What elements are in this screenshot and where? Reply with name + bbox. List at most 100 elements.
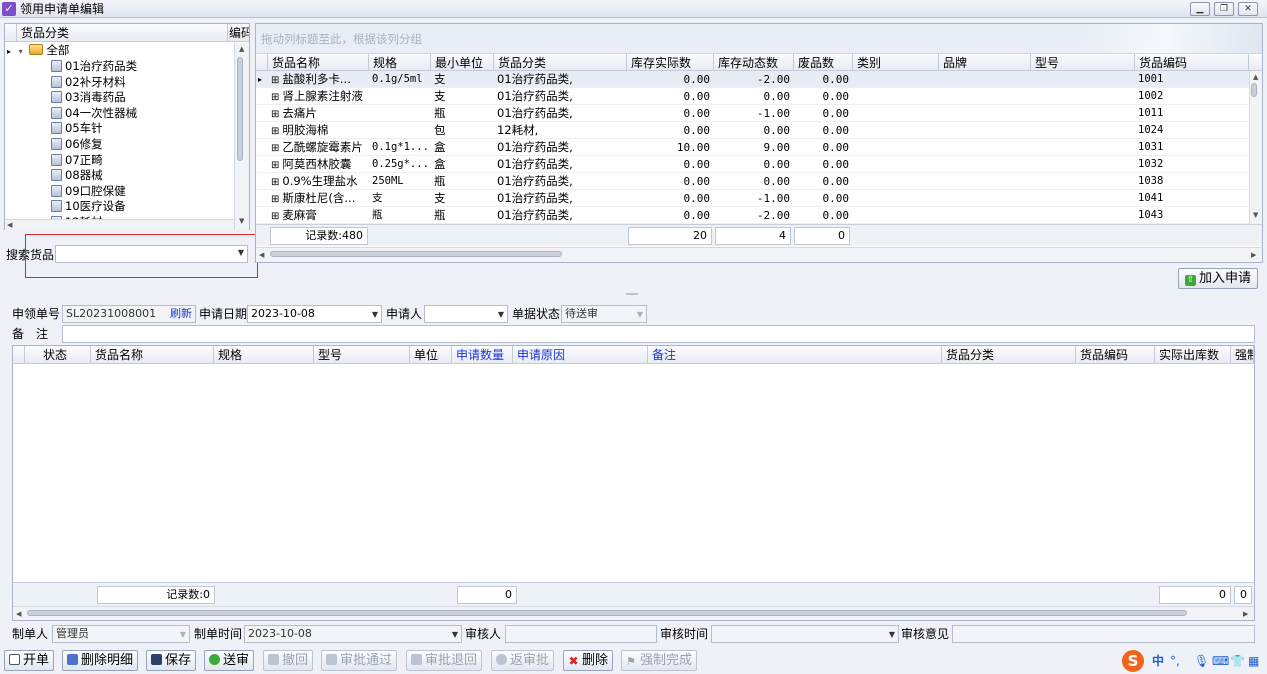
detail-col-header[interactable]: 状态 <box>25 346 91 364</box>
delete-button[interactable]: ✖ 删除 <box>563 650 614 671</box>
toolbox-icon[interactable]: ▦ <box>1248 652 1259 670</box>
detail-col-header[interactable]: 实际出库数 <box>1155 346 1231 364</box>
detail-horizontal-scrollbar[interactable]: ◀ ▶ <box>13 606 1254 620</box>
add-to-request-button[interactable]: ⇧ 加入申请 <box>1178 268 1258 289</box>
expand-plus-icon[interactable]: ⊞ <box>271 126 279 137</box>
keyboard-icon[interactable]: ⌨ <box>1212 652 1229 670</box>
expand-plus-icon[interactable]: ⊞ <box>271 160 279 171</box>
expand-plus-icon[interactable]: ⊞ <box>271 211 279 222</box>
expand-plus-icon[interactable]: ⊞ <box>271 194 279 205</box>
ime-toolbar[interactable]: S 中 °, 🎙 ⌨ 👕 ▦ <box>1122 650 1267 672</box>
detail-col-header[interactable]: 货品编码 <box>1076 346 1155 364</box>
force-complete-button[interactable]: ⚑ 强制完成 <box>621 650 698 671</box>
ime-lang[interactable]: 中 <box>1152 652 1164 670</box>
scroll-left-icon[interactable]: ◀ <box>7 221 12 229</box>
order-no-field[interactable]: SL20231008001 刷新 <box>62 305 196 323</box>
refresh-link[interactable]: 刷新 <box>170 306 192 322</box>
goods-vertical-scrollbar[interactable]: ▲ ▼ <box>1249 71 1262 224</box>
goods-col-header[interactable]: 规格 <box>369 54 431 72</box>
expand-plus-icon[interactable]: ⊞ <box>271 177 279 188</box>
table-row[interactable]: ⊞ 0.9%生理盐水 250ML 瓶 01治疗药品类, 0.00 0.00 0.00 1038 <box>256 173 1249 190</box>
scroll-down-icon[interactable]: ▼ <box>239 217 244 225</box>
goods-col-header[interactable]: 货品名称 <box>268 54 369 72</box>
table-row[interactable]: ⊞ 去痛片 瓶 01治疗药品类, 0.00 -1.00 0.00 1011 <box>256 105 1249 122</box>
tree-item[interactable]: 10医疗设备 <box>51 199 126 215</box>
table-row[interactable]: ⊞ 阿莫西林胶囊 0.25g*... 盒 01治疗药品类, 0.00 0.00 0.00 103… <box>256 156 1249 173</box>
scroll-thumb[interactable] <box>270 251 562 257</box>
goods-col-header[interactable]: 货品编码 <box>1135 54 1249 72</box>
microphone-icon[interactable]: 🎙 <box>1194 652 1209 670</box>
detail-col-header[interactable]: 货品分类 <box>942 346 1076 364</box>
scroll-right-icon[interactable]: ▶ <box>1243 610 1248 618</box>
tree-row-root[interactable]: ▸ ▾ 全部 <box>7 43 69 59</box>
tree-item[interactable]: 09口腔保健 <box>51 184 126 200</box>
scroll-up-icon[interactable]: ▲ <box>239 45 244 53</box>
scroll-thumb[interactable] <box>237 57 243 161</box>
new-order-button[interactable]: 开单 <box>4 650 55 671</box>
apply-date-field[interactable]: 2023-10-08 ▼ <box>247 305 382 323</box>
table-row[interactable]: ⊞ 肾上腺素注射液 支 01治疗药品类, 0.00 0.00 0.00 1002 <box>256 88 1249 105</box>
detail-col-header[interactable]: 货品名称 <box>91 346 214 364</box>
table-row[interactable]: ⊞ 明胶海棉 包 12耗材, 0.00 0.00 0.00 1024 <box>256 122 1249 139</box>
remark-field[interactable] <box>62 325 1255 343</box>
tree-vertical-scrollbar[interactable]: ▲ ▼ <box>234 43 249 230</box>
tree-horizontal-scrollbar[interactable]: ◀ <box>5 219 234 230</box>
detail-col-header[interactable]: 型号 <box>314 346 410 364</box>
tree-item[interactable]: 07正畸 <box>51 153 103 169</box>
unapprove-button[interactable]: 返审批 <box>491 650 555 671</box>
scroll-left-icon[interactable]: ◀ <box>259 251 264 259</box>
table-row[interactable]: ⊞ 斯康杜尼(含... 支 支 01治疗药品类, 0.00 -1.00 0.00 1041 <box>256 190 1249 207</box>
goods-col-header[interactable]: 类别 <box>853 54 939 72</box>
tree-item[interactable]: 05车针 <box>51 121 103 137</box>
detail-col-header[interactable]: 备注 <box>648 346 942 364</box>
table-row[interactable]: ⊞ 麦麻膏 瓶 瓶 01治疗药品类, 0.00 -2.00 0.00 1043 <box>256 207 1249 224</box>
table-row[interactable]: ⊞ 乙酰螺旋霉素片 0.1g*1... 盒 01治疗药品类, 10.00 9.00 0.00 1… <box>256 139 1249 156</box>
applicant-field[interactable]: ▼ <box>424 305 508 323</box>
chevron-down-icon[interactable]: ▼ <box>372 307 378 322</box>
expand-plus-icon[interactable]: ⊞ <box>271 92 279 103</box>
goods-grid[interactable]: 拖动列标题至此，根据该列分组 货品名称 规格 最小单位 货品分类 库存实际数 库存动态数废… <box>255 23 1263 263</box>
close-button[interactable]: ✕ <box>1238 2 1258 16</box>
scroll-right-icon[interactable]: ▶ <box>1251 251 1256 259</box>
detail-col-header[interactable]: 单位 <box>410 346 452 364</box>
scroll-left-icon[interactable]: ◀ <box>16 610 21 618</box>
tree-header-code[interactable]: 编码 <box>228 24 249 42</box>
tree-item[interactable]: 03消毒药品 <box>51 90 126 106</box>
collapse-icon[interactable]: ▾ <box>19 47 23 56</box>
tree-item[interactable]: 01治疗药品类 <box>51 59 137 75</box>
delete-detail-button[interactable]: 删除明细 <box>62 650 139 671</box>
minimize-button[interactable]: ▁ <box>1190 2 1210 16</box>
goods-col-header[interactable]: 品牌 <box>939 54 1031 72</box>
splitter-handle[interactable] <box>626 293 638 295</box>
detail-col-header[interactable]: 申请数量 <box>452 346 513 364</box>
restore-button[interactable]: ❐ <box>1214 2 1234 16</box>
ime-punct[interactable]: °, <box>1170 652 1180 670</box>
scroll-down-icon[interactable]: ▼ <box>1253 211 1258 219</box>
detail-col-header[interactable]: 强制 <box>1231 346 1254 364</box>
table-row[interactable]: ▸ ⊞ 盐酸利多卡... 0.1g/5ml 支 01治疗药品类, 0.00 -2.00 0.00… <box>256 71 1249 88</box>
scroll-thumb[interactable] <box>27 610 1187 616</box>
tree-item[interactable]: 06修复 <box>51 137 103 153</box>
tree-item[interactable]: 04一次性器械 <box>51 106 137 122</box>
approve-button[interactable]: 审批通过 <box>321 650 398 671</box>
expand-plus-icon[interactable]: ⊞ <box>271 75 279 86</box>
expand-plus-icon[interactable]: ⊞ <box>271 143 279 154</box>
goods-col-header[interactable]: 库存动态数 <box>714 54 794 72</box>
tree-item[interactable]: 02补牙材料 <box>51 75 126 91</box>
save-button[interactable]: 保存 <box>146 650 197 671</box>
goods-col-header[interactable]: 型号 <box>1031 54 1135 72</box>
withdraw-button[interactable]: 撤回 <box>263 650 314 671</box>
goods-horizontal-scrollbar[interactable]: ◀ ▶ <box>256 247 1262 262</box>
goods-col-header[interactable]: 废品数 <box>794 54 853 72</box>
detail-col-header[interactable]: 规格 <box>214 346 314 364</box>
group-by-hint[interactable]: 拖动列标题至此，根据该列分组 <box>256 24 1262 54</box>
expand-plus-icon[interactable]: ⊞ <box>271 109 279 120</box>
tree-item[interactable]: 08器械 <box>51 168 103 184</box>
scroll-thumb[interactable] <box>1251 83 1257 97</box>
category-tree[interactable]: 货品分类 编码 ▸ ▾ 全部 01治疗药品类 02补牙材料 03消毒药品 04一次性器… <box>4 23 250 230</box>
detail-grid[interactable]: 状态货品名称规格型号单位申请数量申请原因备注货品分类货品编码实际出库数强制 记录… <box>12 345 1255 621</box>
skin-icon[interactable]: 👕 <box>1230 652 1245 670</box>
goods-col-header[interactable]: 最小单位 <box>431 54 494 72</box>
detail-col-header[interactable]: 申请原因 <box>513 346 648 364</box>
chevron-down-icon[interactable]: ▼ <box>498 307 504 322</box>
